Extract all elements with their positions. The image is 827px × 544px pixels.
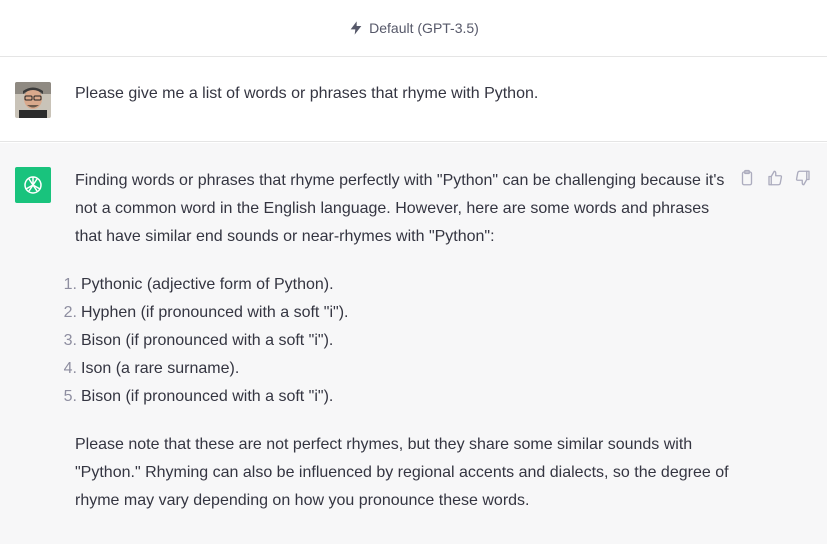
list-number: 5.: [63, 388, 77, 405]
assistant-outro-paragraph: Please note that these are not perfect r…: [75, 436, 729, 509]
message-actions: [738, 169, 812, 187]
assistant-message-content: Finding words or phrases that rhyme perf…: [64, 167, 730, 515]
model-selector[interactable]: Default (GPT-3.5): [348, 20, 479, 36]
list-item-text: Ison (a rare surname).: [81, 360, 240, 377]
top-bar: Default (GPT-3.5): [0, 0, 827, 57]
list-number: 1.: [63, 276, 77, 293]
user-message-row: Please give me a list of words or phrase…: [0, 58, 827, 142]
thumbs-down-icon[interactable]: [794, 169, 812, 187]
user-photo-icon: [15, 82, 51, 118]
list-item-text: Bison (if pronounced with a soft "i").: [81, 388, 334, 405]
list-item-text: Pythonic (adjective form of Python).: [81, 276, 334, 293]
list-item-text: Bison (if pronounced with a soft "i").: [81, 332, 334, 349]
list-item: 1. Pythonic (adjective form of Python).: [64, 271, 730, 299]
list-number: 4.: [63, 360, 77, 377]
list-item: 2. Hyphen (if pronounced with a soft "i")…: [64, 299, 730, 327]
list-item: 5. Bison (if pronounced with a soft "i").: [64, 383, 730, 411]
list-item-text: Hyphen (if pronounced with a soft "i").: [81, 304, 349, 321]
thumbs-up-icon[interactable]: [766, 169, 784, 187]
assistant-avatar: [15, 167, 51, 203]
assistant-intro-paragraph: Finding words or phrases that rhyme perf…: [75, 172, 725, 245]
user-avatar: [15, 82, 51, 118]
assistant-message-row: Finding words or phrases that rhyme perf…: [0, 143, 827, 544]
list-item: 3. Bison (if pronounced with a soft "i").: [64, 327, 730, 355]
openai-logo-icon: [24, 176, 42, 194]
user-message-text: Please give me a list of words or phrase…: [75, 85, 539, 102]
list-number: 2.: [63, 304, 77, 321]
list-number: 3.: [63, 332, 77, 349]
clipboard-icon[interactable]: [738, 169, 756, 187]
list-item: 4. Ison (a rare surname).: [64, 355, 730, 383]
bolt-icon: [350, 21, 362, 35]
rhyme-list: 1. Pythonic (adjective form of Python). 2…: [64, 271, 730, 411]
model-label: Default (GPT-3.5): [369, 20, 479, 36]
